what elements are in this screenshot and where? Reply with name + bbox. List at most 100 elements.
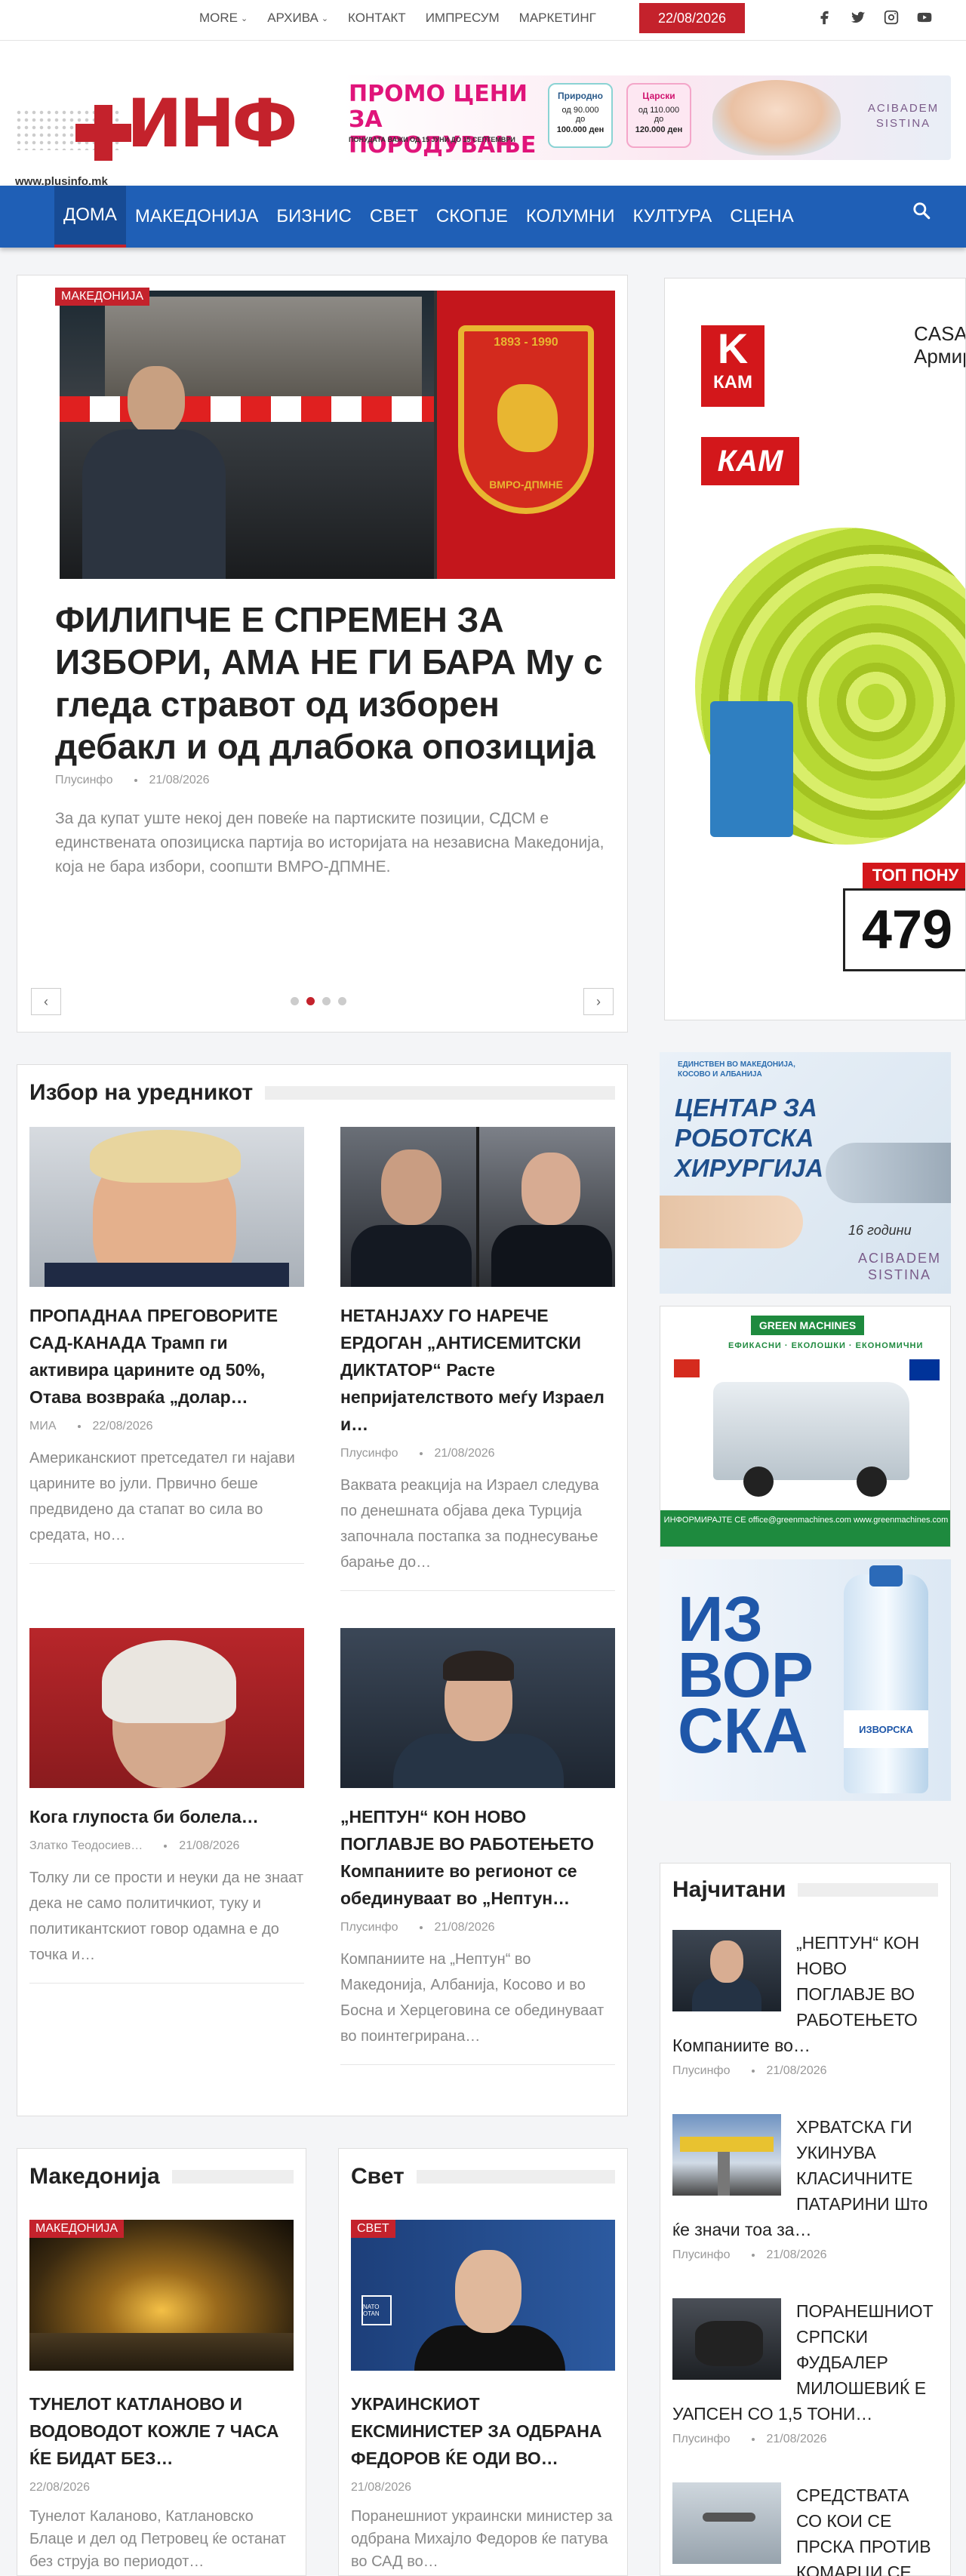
editor-article: Кога глупоста би болела… Златко Теодосие… — [29, 1628, 304, 1984]
thumb-suit — [351, 1225, 472, 1287]
main-nav-item-scene[interactable]: СЦЕНА — [721, 186, 802, 248]
main-nav-item-culture[interactable]: КУЛТУРА — [624, 186, 721, 248]
article-thumbnail[interactable] — [672, 2114, 781, 2196]
slider-prev-button[interactable]: ‹ — [31, 988, 61, 1015]
category-badge[interactable]: МАКЕДОНИЈА — [55, 288, 149, 306]
thumb-suit — [45, 1263, 289, 1287]
main-nav-item-macedonia[interactable]: МАКЕДОНИЈА — [126, 186, 268, 248]
article-thumbnail[interactable]: МАКЕДОНИЈА — [29, 2220, 294, 2371]
section-title: Свет — [351, 2164, 615, 2190]
article-title[interactable]: УКРАИНСКИОТ ЕКСМИНИСТЕР ЗА ОДБРАНА ФЕДОР… — [351, 2390, 615, 2472]
acibadem-ad-banner[interactable]: ЕДИНСТВЕН ВО МАКЕДОНИЈА, КОСОВО И АЛБАНИ… — [660, 1052, 951, 1294]
top-nav-marketing[interactable]: МАРКЕТИНГ — [519, 11, 596, 26]
kam-logo-word: КАМ — [713, 372, 752, 392]
thumb-hair — [90, 1130, 241, 1183]
article-thumbnail[interactable] — [29, 1127, 304, 1287]
main-nav-item-business[interactable]: БИЗНИС — [267, 186, 360, 248]
main-nav-item-home[interactable]: ДОМА — [54, 186, 126, 248]
shield-party-name: ВМРО-ДПМНЕ — [489, 479, 563, 491]
top-nav-impressum[interactable]: ИМПРЕСУМ — [426, 11, 500, 26]
bottle-label: ИЗВОРСКА — [844, 1710, 928, 1748]
promo-card-price: 100.000 ден — [556, 125, 605, 134]
article-thumbnail[interactable] — [340, 1628, 615, 1788]
article-separator — [340, 2064, 615, 2065]
author[interactable]: Плусинфо — [340, 1447, 398, 1460]
author[interactable]: Плусинфо — [672, 2433, 731, 2446]
wheel-icon — [857, 1467, 887, 1497]
bottle-cap — [869, 1565, 903, 1587]
article-thumbnail[interactable] — [672, 2482, 781, 2564]
section-title-line — [798, 1883, 938, 1897]
slider-next-button[interactable]: › — [583, 988, 614, 1015]
meta-dot — [419, 1926, 423, 1929]
slider-dot[interactable] — [291, 997, 299, 1005]
article-title[interactable]: ТУНЕЛОТ КАТЛАНОВО И ВОДОВОДОТ КОЖЛЕ 7 ЧА… — [29, 2390, 294, 2472]
section-title-text: Македонија — [29, 2164, 160, 2189]
facebook-icon[interactable] — [817, 9, 833, 26]
header-promo-banner[interactable]: ПРОМО ЦЕНИ ЗА ПОРОДУВАЊЕ ПОНУДАТА ВАЖИ О… — [343, 75, 951, 160]
article-meta: 21/08/2026 — [351, 2481, 615, 2494]
section-title: Македонија — [29, 2164, 294, 2190]
article-thumbnail[interactable] — [29, 1628, 304, 1788]
article-title[interactable]: Кога глупоста би болела… — [29, 1803, 304, 1830]
acibadem-brand: ACIBADEM SISTINA — [857, 1251, 942, 1282]
slider-dot[interactable] — [338, 997, 346, 1005]
thumb-hair — [102, 1640, 236, 1723]
date: 21/08/2026 — [149, 774, 210, 786]
top-nav-more[interactable]: MORE ⌄ — [199, 11, 248, 26]
author[interactable]: Плусинфо — [672, 2064, 731, 2078]
author[interactable]: Златко Теодосиев… — [29, 1839, 143, 1853]
thumb-suit — [692, 1978, 761, 2011]
article-title[interactable]: „НЕПТУН“ КОН НОВО ПОГЛАВЈЕ ВО РАБОТЕЊЕТО… — [340, 1803, 615, 1912]
robot-hand-image — [826, 1143, 951, 1203]
featured-image[interactable]: 1893 - 1990 ВМРО-ДПМНЕ — [60, 291, 615, 579]
main-nav-item-columns[interactable]: КОЛУМНИ — [517, 186, 624, 248]
acibadem-title: ЦЕНТАР ЗА РОБОТСКА ХИРУРГИЈА — [675, 1094, 824, 1182]
kam-ad-banner[interactable]: KКАМ КАМ CASA Армир ТОП ПОНУ 479 — [664, 278, 966, 1020]
shield-years: 1893 - 1990 — [494, 336, 558, 349]
article-thumbnail[interactable] — [672, 1930, 781, 2011]
promo-card-natural: Природно од 90.000 до 100.000 ден — [548, 83, 613, 148]
party-shield-icon: 1893 - 1990 ВМРО-ДПМНЕ — [458, 325, 594, 514]
article-title[interactable]: ПРОПАДНАА ПРЕГОВОРИТЕ САД-КАНАДА Трамп г… — [29, 1302, 304, 1411]
editor-article: НЕТАНЈАХУ ГО НАРЕЧЕ ЕРДОГАН „АНТИСЕМИТСК… — [340, 1127, 615, 1591]
youtube-icon[interactable] — [916, 9, 933, 26]
thumb-face — [381, 1150, 441, 1225]
slider-dot-active[interactable] — [306, 997, 315, 1005]
section-title-line — [265, 1086, 615, 1100]
izvorska-ad-banner[interactable]: ИЗ ВОР СКА ИЗВОРСКА — [660, 1559, 951, 1801]
author[interactable]: Плусинфо — [340, 1921, 398, 1934]
article-thumbnail[interactable] — [672, 2298, 781, 2380]
nato-logo: NATO OTAN — [361, 2295, 392, 2325]
section-title-line — [171, 2170, 294, 2184]
author[interactable]: Плусинфо — [55, 774, 113, 787]
search-icon[interactable] — [912, 201, 931, 224]
main-nav-item-world[interactable]: СВЕТ — [361, 186, 427, 248]
article-excerpt: Компаниите на „Нептун“ во Македонија, Ал… — [340, 1951, 605, 2045]
featured-title[interactable]: ФИЛИПЧЕ Е СПРЕМЕН ЗА ИЗБОРИ, АМА НЕ ГИ Б… — [55, 599, 614, 768]
water-bottle-image — [844, 1574, 928, 1793]
article-meta: Плусинфо 21/08/2026 — [340, 1447, 615, 1460]
macedonia-flag-icon — [674, 1359, 700, 1377]
top-nav-contact[interactable]: КОНТАКТ — [348, 11, 406, 26]
main-nav-item-skopje[interactable]: СКОПЈЕ — [427, 186, 517, 248]
article-meta: 22/08/2026 — [29, 2481, 294, 2494]
category-badge[interactable]: СВЕТ — [351, 2220, 395, 2238]
promo-brand: ACIBADEM SISTINA — [867, 102, 940, 130]
article-thumbnail[interactable]: NATO OTAN СВЕТ — [351, 2220, 615, 2371]
category-badge[interactable]: МАКЕДОНИЈА — [29, 2220, 124, 2238]
twitter-icon[interactable] — [850, 9, 866, 26]
section-title-line — [416, 2170, 615, 2184]
article-thumbnail[interactable] — [340, 1127, 615, 1287]
green-machines-ad-banner[interactable]: GREEN MACHINES ЕФИКАСНИ · ЕКОЛОШКИ · ЕКО… — [660, 1306, 951, 1547]
toll-roof — [680, 2137, 774, 2152]
top-nav-archive[interactable]: АРХИВА ⌄ — [267, 11, 328, 26]
slider-dot[interactable] — [322, 997, 331, 1005]
author[interactable]: Плусинфо — [672, 2248, 731, 2262]
instagram-icon[interactable] — [883, 9, 900, 26]
article-meta: Плусинфо 21/08/2026 — [672, 2248, 938, 2262]
promo-card-from: од 90.000 — [561, 106, 599, 115]
thumb-face — [455, 2250, 521, 2333]
author[interactable]: МИА — [29, 1420, 57, 1433]
article-title[interactable]: НЕТАНЈАХУ ГО НАРЕЧЕ ЕРДОГАН „АНТИСЕМИТСК… — [340, 1302, 615, 1438]
